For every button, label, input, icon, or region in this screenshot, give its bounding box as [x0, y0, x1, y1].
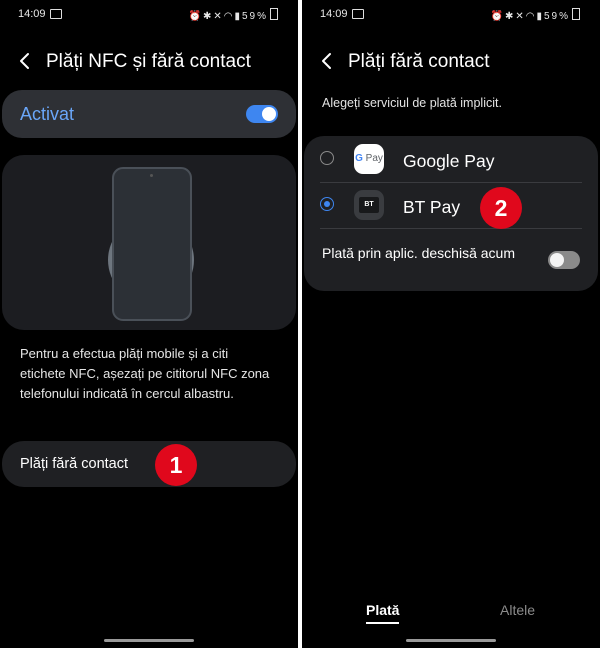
wifi-icon: ◠: [525, 11, 537, 22]
page-title: Plăți NFC și fără contact: [46, 51, 251, 72]
toggle-knob: [550, 253, 564, 267]
app-bar: Plăți fără contact: [302, 48, 600, 78]
payment-option-bt-pay[interactable]: BT BT Pay: [304, 184, 598, 228]
divider: [320, 228, 582, 229]
mute-icon: ✕: [515, 11, 526, 22]
contactless-payments-screen: 14:09 ⏰✱✕◠▮59% Plăți fără contact Alegeț…: [302, 0, 600, 648]
battery-icon: [270, 8, 278, 20]
nfc-location-illustration: [2, 155, 296, 330]
toggle-knob: [262, 107, 276, 121]
camera-dot: [150, 174, 153, 177]
contactless-payments-label: Plăți fără contact: [20, 456, 128, 472]
wifi-icon: ◠: [223, 11, 235, 22]
gallery-notification-icon: [50, 9, 62, 19]
payment-option-label: Google Pay: [403, 151, 495, 171]
phone-illustration: [112, 167, 192, 321]
back-arrow-icon[interactable]: [320, 50, 334, 72]
radio-button[interactable]: [320, 151, 334, 165]
nfc-settings-screen: 14:09 ⏰✱✕◠▮59% Plăți NFC și fără contact…: [0, 0, 298, 648]
battery-percent: 59%: [543, 11, 570, 22]
gesture-bar[interactable]: [406, 639, 496, 642]
payment-option-google-pay[interactable]: G Pay Google Pay: [304, 138, 598, 182]
step-badge-1: 1: [155, 444, 197, 486]
nfc-description: Pentru a efectua plăți mobile și a citi …: [20, 346, 270, 401]
status-icons: ⏰✱✕◠▮59%: [490, 8, 580, 22]
tab-plata[interactable]: Plată: [366, 602, 400, 624]
alarm-icon: ⏰: [490, 11, 505, 22]
divider: [320, 182, 582, 183]
app-bar: Plăți NFC și fără contact: [0, 48, 298, 78]
gallery-notification-icon: [352, 9, 364, 19]
activated-master-switch-row[interactable]: Activat: [2, 90, 296, 138]
pay-with-open-app-label: Plată prin aplic. deschisă acum: [322, 245, 515, 261]
status-time: 14:09: [18, 8, 46, 20]
bluetooth-icon: ✱: [202, 11, 214, 22]
default-service-hint: Alegeți serviciul de plată implicit.: [322, 96, 502, 110]
radio-button-selected[interactable]: [320, 197, 334, 211]
alarm-icon: ⏰: [188, 11, 203, 22]
google-pay-icon: G Pay: [354, 144, 384, 174]
back-arrow-icon[interactable]: [18, 50, 32, 72]
status-time: 14:09: [320, 8, 348, 20]
status-icons: ⏰✱✕◠▮59%: [188, 8, 278, 22]
contactless-payments-item[interactable]: Plăți fără contact: [2, 441, 296, 487]
status-bar: 14:09 ⏰✱✕◠▮59%: [0, 0, 298, 30]
signal-icon: ▮: [536, 11, 544, 22]
bluetooth-icon: ✱: [504, 11, 516, 22]
signal-icon: ▮: [234, 11, 242, 22]
tab-altele[interactable]: Altele: [500, 602, 535, 618]
status-bar: 14:09 ⏰✱✕◠▮59%: [302, 0, 600, 30]
payment-option-label: BT Pay: [403, 197, 461, 217]
nfc-toggle-switch[interactable]: [246, 105, 278, 123]
gesture-bar[interactable]: [104, 639, 194, 642]
mute-icon: ✕: [213, 11, 224, 22]
bottom-tabs: Plată Altele: [302, 602, 600, 626]
bt-pay-icon: BT: [354, 190, 384, 220]
pay-with-open-app-toggle[interactable]: [548, 251, 580, 269]
page-title: Plăți fără contact: [348, 51, 490, 72]
master-switch-label: Activat: [20, 104, 75, 124]
battery-percent: 59%: [241, 11, 268, 22]
battery-icon: [572, 8, 580, 20]
step-badge-2: 2: [480, 187, 522, 229]
